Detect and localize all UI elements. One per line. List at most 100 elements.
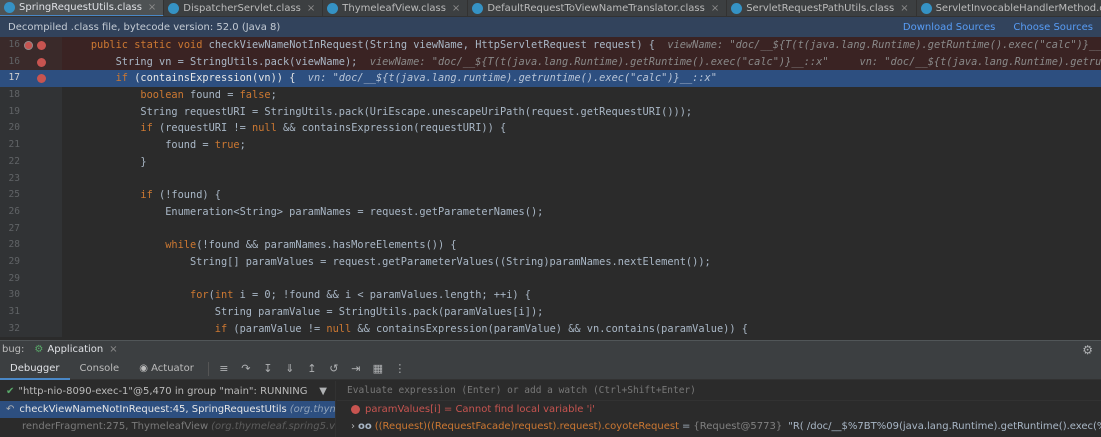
code-line[interactable]: 28 while(!found && paramNames.hasMoreEle… (0, 237, 1101, 254)
close-icon[interactable]: × (148, 2, 156, 13)
gutter[interactable]: 22 (0, 153, 62, 171)
banner-text: Decompiled .class file, bytecode version… (8, 21, 281, 33)
breakpoint-icon[interactable] (37, 74, 46, 84)
code-line[interactable]: 31 String paramValue = StringUtils.pack(… (0, 304, 1101, 321)
code-line[interactable]: 20 if (requestURI != null && containsExp… (0, 120, 1101, 138)
close-icon[interactable]: × (307, 3, 315, 14)
variable-row-error[interactable]: paramValues[i] = Cannot find local varia… (337, 401, 1101, 418)
line-number: 32 (8, 322, 20, 334)
code-line[interactable]: 29 String[] paramValues = request.getPar… (0, 253, 1101, 271)
gutter[interactable]: 32 (0, 320, 62, 337)
code-line[interactable]: 30 for(int i = 0; !found && i < paramVal… (0, 287, 1101, 304)
gutter[interactable]: 17 (0, 70, 62, 88)
download-sources-link[interactable]: Download Sources (903, 22, 995, 33)
editor-tab[interactable]: DefaultRequestToViewNameTranslator.class… (468, 0, 728, 16)
editor-tab[interactable]: DispatcherServlet.class × (164, 0, 324, 16)
gutter[interactable]: 25 (0, 187, 62, 204)
code-text: Enumeration<String> paramNames = request… (66, 204, 543, 221)
step-over-icon[interactable]: ↷ (238, 361, 254, 377)
variable-row-object[interactable]: › oo ((Request)((RequestFacade)request).… (337, 418, 1101, 435)
gutter[interactable]: 29 (0, 253, 62, 271)
editor-tab[interactable]: ServletRequestPathUtils.class × (727, 0, 917, 16)
code-editor[interactable]: 16 public static void checkViewNameNotIn… (0, 37, 1101, 337)
code-text: if (containsExpression(vn)) { vn: "doc/_… (66, 70, 717, 87)
breakpoint-icon[interactable] (37, 41, 46, 50)
close-icon[interactable]: × (711, 3, 719, 14)
gutter[interactable]: 16 (0, 37, 62, 54)
code-line[interactable]: 21 found = true; (0, 137, 1101, 154)
editor-tab[interactable]: ThymeleafView.class × (323, 0, 469, 16)
line-number: 16 (8, 55, 20, 67)
breakpoint-icon[interactable] (37, 57, 46, 67)
code-text: String paramValue = StringUtils.pack(par… (66, 304, 544, 321)
code-text: if (!found) { (66, 187, 221, 204)
step-into-icon[interactable]: ↧ (260, 361, 276, 377)
code-line[interactable]: 18 boolean found = false; (0, 87, 1101, 104)
gutter[interactable]: 29 (0, 270, 62, 288)
chevron-right-icon[interactable]: › (351, 421, 355, 432)
inline-debug-value: vn: "doc/__${t(java.lang.runtime).getrun… (295, 72, 717, 85)
tab-console[interactable]: Console (70, 358, 130, 380)
show-execution-point-icon[interactable]: ≡ (216, 361, 232, 377)
code-text: boolean found = false; (66, 87, 276, 104)
gutter[interactable]: 30 (0, 287, 62, 304)
code-source: if (paramValue != null && containsExpres… (214, 322, 748, 335)
evaluate-expression-input[interactable]: Evaluate expression (Enter) or add a wat… (337, 381, 1101, 401)
thread-selector[interactable]: ✔ "http-nio-8090-exec-1"@5,470 in group … (0, 381, 335, 401)
filter-icon[interactable]: ▼ (319, 386, 327, 397)
frame-item[interactable]: renderFragment:275, ThymeleafView (org.t… (0, 418, 335, 435)
code-line[interactable]: 26 Enumeration<String> paramNames = requ… (0, 203, 1101, 221)
gutter[interactable]: 23 (0, 170, 62, 188)
code-text: for(int i = 0; !found && i < paramValues… (66, 287, 531, 304)
gutter[interactable]: 18 (0, 87, 62, 104)
editor-tab[interactable]: ServletInvocableHandlerMethod.class× (917, 0, 1101, 16)
code-line[interactable]: 16 String vn = StringUtils.pack(viewName… (0, 53, 1101, 71)
code-text: public static void checkViewNameNotInReq… (66, 37, 1101, 54)
check-icon: ✔ (6, 385, 15, 397)
code-line[interactable]: 16 public static void checkViewNameNotIn… (0, 37, 1101, 54)
code-source: if (!found) { (140, 189, 222, 202)
tab-actuator[interactable]: ◉ Actuator (129, 358, 204, 380)
force-step-into-icon[interactable]: ⇓ (282, 361, 298, 377)
return-arrow-icon: ↶ (6, 404, 15, 415)
code-line[interactable]: 17 if (containsExpression(vn)) { vn: "do… (0, 70, 1101, 88)
line-number: 31 (8, 306, 20, 317)
gutter[interactable]: 28 (0, 237, 62, 254)
gear-icon[interactable]: ⚙ (1082, 343, 1093, 357)
method-breakpoint-icon[interactable] (24, 41, 33, 50)
line-number: 29 (8, 255, 20, 267)
code-line[interactable]: 19 String requestURI = StringUtils.pack(… (0, 103, 1101, 121)
run-to-cursor-icon[interactable]: ⇥ (348, 361, 364, 377)
choose-sources-link[interactable]: Choose Sources (1013, 22, 1093, 33)
tab-debugger[interactable]: Debugger (0, 358, 70, 380)
gutter[interactable]: 16 (0, 53, 62, 71)
frame-package: (org.thymeleaf.sp (289, 404, 335, 415)
gutter[interactable]: 26 (0, 203, 62, 221)
gutter[interactable]: 27 (0, 220, 62, 238)
code-line[interactable]: 23 (0, 170, 1101, 188)
more-icon[interactable]: ⋮ (392, 361, 408, 377)
editor-tab[interactable]: SpringRequestUtils.class × (0, 0, 165, 16)
step-out-icon[interactable]: ↥ (304, 361, 320, 377)
code-line[interactable]: 32 if (paramValue != null && containsExp… (0, 320, 1101, 337)
actuator-icon: ◉ (139, 362, 152, 374)
gutter[interactable]: 31 (0, 304, 62, 321)
evaluate-icon[interactable]: ▦ (370, 361, 386, 377)
drop-frame-icon[interactable]: ↺ (326, 361, 342, 377)
gutter[interactable]: 21 (0, 137, 62, 154)
code-line[interactable]: 25 if (!found) { (0, 187, 1101, 204)
close-icon[interactable]: × (900, 3, 908, 14)
debug-session-tab[interactable]: ⚙ Application × (34, 344, 117, 355)
close-icon[interactable]: × (109, 344, 117, 355)
line-number: 26 (8, 205, 20, 217)
code-line[interactable]: 27 (0, 220, 1101, 238)
line-number: 19 (8, 105, 20, 117)
close-icon[interactable]: × (452, 3, 460, 14)
code-line[interactable]: 29 (0, 270, 1101, 288)
line-number: 27 (8, 222, 20, 234)
frame-item[interactable]: ↶ checkViewNameNotInRequest:45, SpringRe… (0, 401, 335, 418)
gutter[interactable]: 20 (0, 120, 62, 138)
class-file-icon (920, 3, 932, 14)
gutter[interactable]: 19 (0, 103, 62, 121)
code-line[interactable]: 22 } (0, 153, 1101, 171)
